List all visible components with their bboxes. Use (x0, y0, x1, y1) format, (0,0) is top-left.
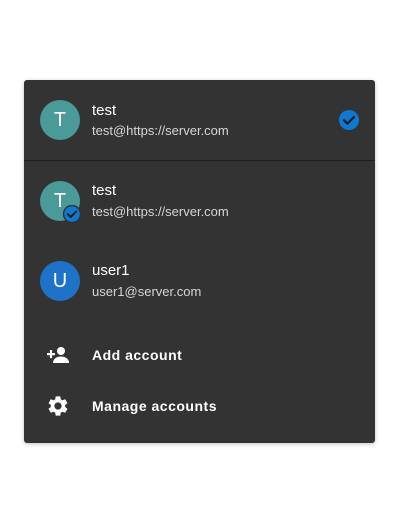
gear-icon (48, 396, 68, 416)
current-account-row[interactable]: T test test@https://server.com (24, 80, 375, 160)
manage-accounts-label: Manage accounts (92, 398, 217, 414)
account-name: test (92, 102, 117, 119)
avatar: U (40, 261, 80, 301)
add-account-label: Add account (92, 347, 183, 363)
check-circle-icon (339, 110, 359, 130)
avatar-initial: U (52, 270, 68, 292)
account-email: test@https://server.com (92, 204, 229, 219)
person-add-icon (47, 347, 69, 363)
account-row-test[interactable]: T test test@https://server.com (24, 161, 375, 241)
account-row-user1[interactable]: U user1 user1@server.com (24, 241, 375, 321)
account-email: user1@server.com (92, 284, 202, 299)
account-name: test (92, 182, 117, 199)
add-account-button[interactable]: Add account (24, 330, 375, 380)
avatar-initial: T (53, 109, 67, 131)
avatar: T (40, 100, 80, 140)
account-email: test@https://server.com (92, 123, 229, 138)
account-switcher-panel: T test test@https://server.com T test te… (24, 80, 375, 443)
manage-accounts-button[interactable]: Manage accounts (24, 380, 375, 432)
check-circle-icon (63, 205, 81, 223)
account-name: user1 (92, 262, 130, 279)
